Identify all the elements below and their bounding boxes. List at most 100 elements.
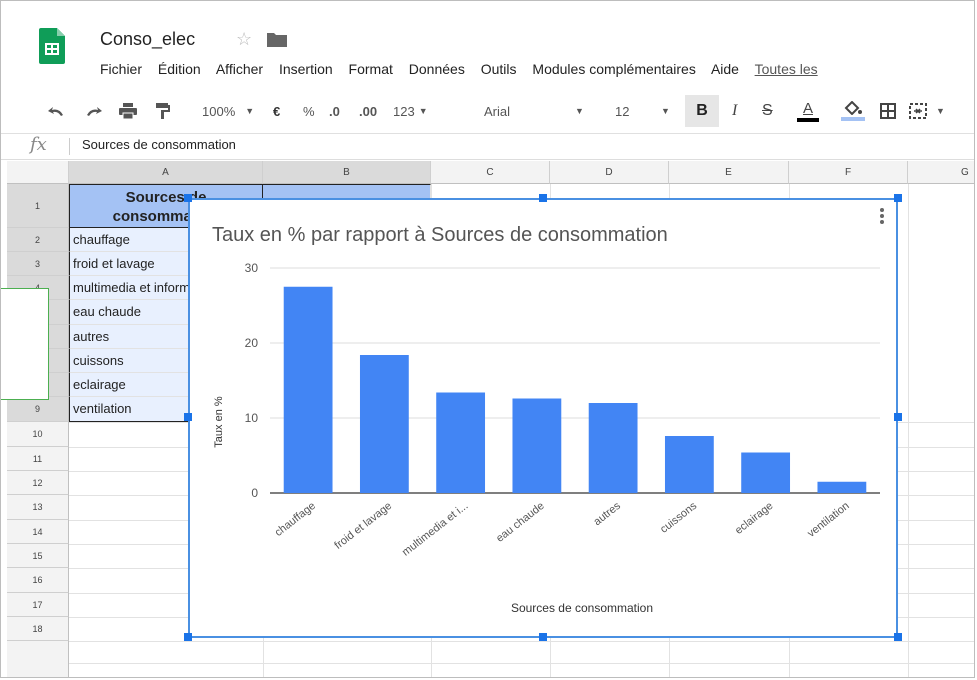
menu-insertion[interactable]: Insertion	[279, 61, 333, 77]
row-header[interactable]: 1	[7, 184, 69, 228]
formula-separator	[69, 138, 70, 155]
menu-fichier[interactable]: Fichier	[100, 61, 142, 77]
sheets-logo-icon[interactable]	[39, 28, 65, 64]
menu-outils[interactable]: Outils	[481, 61, 517, 77]
menu-modules[interactable]: Modules complémentaires	[532, 61, 695, 77]
select-all-corner[interactable]	[7, 161, 69, 184]
row-header[interactable]: 14	[7, 520, 69, 544]
fx-icon: fx	[30, 134, 47, 155]
resize-handle[interactable]	[894, 633, 902, 641]
x-tick-label: eau chaude	[494, 500, 547, 545]
bar[interactable]	[741, 452, 791, 494]
spreadsheet-window: Conso_elec ☆ Fichier Édition Afficher In…	[0, 0, 975, 678]
bar[interactable]	[512, 398, 562, 494]
row-header[interactable]: 11	[7, 447, 69, 471]
y-tick-label: 20	[245, 336, 259, 350]
resize-handle[interactable]	[184, 194, 192, 202]
bar[interactable]	[283, 286, 333, 493]
grid-line	[908, 184, 909, 677]
font-select[interactable]: Arial	[484, 89, 510, 133]
resize-handle[interactable]	[894, 413, 902, 421]
x-tick-label: autres	[591, 500, 623, 529]
redo-icon[interactable]	[85, 89, 103, 133]
resize-handle[interactable]	[184, 413, 192, 421]
zoom-select[interactable]: 100% ▼	[202, 89, 254, 133]
bold-button[interactable]: B	[685, 95, 719, 127]
star-icon[interactable]: ☆	[236, 29, 252, 50]
menu-donnees[interactable]: Données	[409, 61, 465, 77]
bar-chart: Taux en % par rapport à Sources de conso…	[212, 224, 880, 615]
x-tick-label: cuissons	[658, 500, 700, 536]
column-header-d[interactable]: D	[550, 161, 669, 184]
fill-color-icon[interactable]	[841, 89, 865, 133]
folder-icon[interactable]	[267, 32, 287, 47]
resize-handle[interactable]	[184, 633, 192, 641]
font-select-chevron-icon[interactable]: ▼	[575, 89, 584, 133]
resize-handle[interactable]	[539, 194, 547, 202]
row-header[interactable]: 18	[7, 617, 69, 641]
formula-bar: fx Sources de consommation	[1, 133, 974, 160]
bar[interactable]	[359, 355, 409, 493]
column-header-f[interactable]: F	[789, 161, 908, 184]
y-tick-label: 0	[251, 486, 258, 500]
row-header[interactable]: 12	[7, 471, 69, 495]
merge-cells-icon[interactable]	[909, 89, 927, 133]
decrease-decimal-button[interactable]: .0	[329, 89, 340, 133]
row-header[interactable]: 3	[7, 252, 69, 276]
formula-input[interactable]: Sources de consommation	[82, 137, 236, 152]
menu-bar: Fichier Édition Afficher Insertion Forma…	[100, 61, 830, 77]
column-header-b[interactable]: B	[263, 161, 431, 184]
merge-chevron-icon[interactable]: ▼	[936, 89, 945, 133]
x-tick-label: ventilation	[805, 500, 851, 540]
x-tick-label: eclairage	[733, 500, 776, 537]
y-tick-label: 10	[245, 411, 259, 425]
x-tick-label: multimedia et i...	[400, 500, 471, 559]
increase-decimal-button[interactable]: .00	[359, 89, 377, 133]
menu-aide[interactable]: Aide	[711, 61, 739, 77]
row-header[interactable]: 9	[7, 397, 69, 422]
column-header-g[interactable]: G	[908, 161, 974, 184]
chart-container[interactable]: Taux en % par rapport à Sources de conso…	[188, 198, 898, 638]
bar[interactable]	[817, 481, 867, 493]
x-tick-label: froid et lavage	[332, 500, 394, 552]
currency-format-button[interactable]: €	[273, 89, 280, 133]
column-header-e[interactable]: E	[669, 161, 789, 184]
resize-handle[interactable]	[894, 194, 902, 202]
bar[interactable]	[664, 436, 714, 493]
menu-edition[interactable]: Édition	[158, 61, 201, 77]
column-header-a[interactable]: A	[69, 161, 263, 184]
grid-line	[69, 641, 974, 642]
bar[interactable]	[588, 403, 638, 493]
y-axis-label: Taux en %	[213, 396, 225, 448]
font-size-chevron-icon[interactable]: ▼	[661, 89, 670, 133]
italic-button[interactable]: I	[732, 89, 737, 133]
text-color-button[interactable]: A	[797, 89, 819, 133]
font-size-select[interactable]: 12	[615, 89, 629, 133]
row-header[interactable]: 10	[7, 422, 69, 447]
row-header[interactable]: 13	[7, 495, 69, 520]
undo-icon[interactable]	[47, 89, 65, 133]
x-tick-label: chauffage	[273, 500, 318, 539]
grid-line	[69, 663, 974, 664]
menu-format[interactable]: Format	[349, 61, 393, 77]
document-title[interactable]: Conso_elec	[100, 29, 195, 50]
row-header[interactable]: 17	[7, 593, 69, 617]
more-formats-button[interactable]: 123 ▼	[393, 89, 428, 133]
row-header[interactable]: 2	[7, 228, 69, 252]
column-header-c[interactable]: C	[431, 161, 550, 184]
menu-afficher[interactable]: Afficher	[216, 61, 263, 77]
last-edit-link[interactable]: Toutes les	[755, 61, 818, 77]
app-bar: Conso_elec ☆ Fichier Édition Afficher In…	[1, 1, 974, 89]
paint-format-icon[interactable]	[156, 89, 170, 133]
print-icon[interactable]	[119, 89, 137, 133]
row-header[interactable]: 16	[7, 568, 69, 593]
row-header	[7, 641, 69, 677]
toolbar: 100% ▼ € % .0 .00 123 ▼ Arial ▼ 12 ▼ B I S…	[1, 89, 974, 134]
resize-handle[interactable]	[539, 633, 547, 641]
percent-format-button[interactable]: %	[303, 89, 315, 133]
borders-icon[interactable]	[880, 89, 896, 133]
x-axis-label: Sources de consommation	[511, 601, 653, 615]
bar[interactable]	[436, 392, 486, 494]
row-header[interactable]: 15	[7, 544, 69, 568]
strikethrough-button[interactable]: S	[762, 89, 773, 133]
